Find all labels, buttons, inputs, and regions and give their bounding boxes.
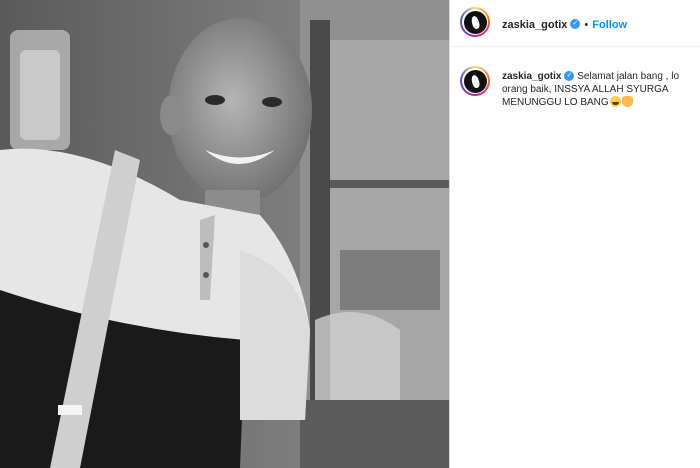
verified-badge-icon: ✓ (570, 18, 581, 29)
comment-username[interactable]: zaskia_gotix (502, 71, 561, 82)
follow-button[interactable]: Follow (592, 19, 627, 31)
avatar[interactable] (460, 7, 490, 37)
comment-avatar-image (463, 69, 487, 93)
post-photo[interactable] (0, 0, 449, 468)
separator-dot: • (584, 19, 589, 31)
comment-verified-badge-icon: ✓ (564, 71, 575, 82)
post-header: zaskia_gotix ✓ • Follow (450, 0, 700, 47)
caption-comment: zaskia_gotix ✓ Selamat jalan bang , lo or… (502, 70, 682, 109)
photo-graphic (0, 0, 449, 468)
praying-hands-emoji-icon (621, 96, 633, 107)
header-username[interactable]: zaskia_gotix (502, 19, 567, 31)
post-side-panel: zaskia_gotix ✓ • Follow zaskia_gotix ✓ Selam… (450, 0, 700, 468)
crying-face-emoji-icon (609, 96, 621, 107)
avatar-image (463, 10, 487, 34)
comment-avatar[interactable] (460, 66, 490, 96)
